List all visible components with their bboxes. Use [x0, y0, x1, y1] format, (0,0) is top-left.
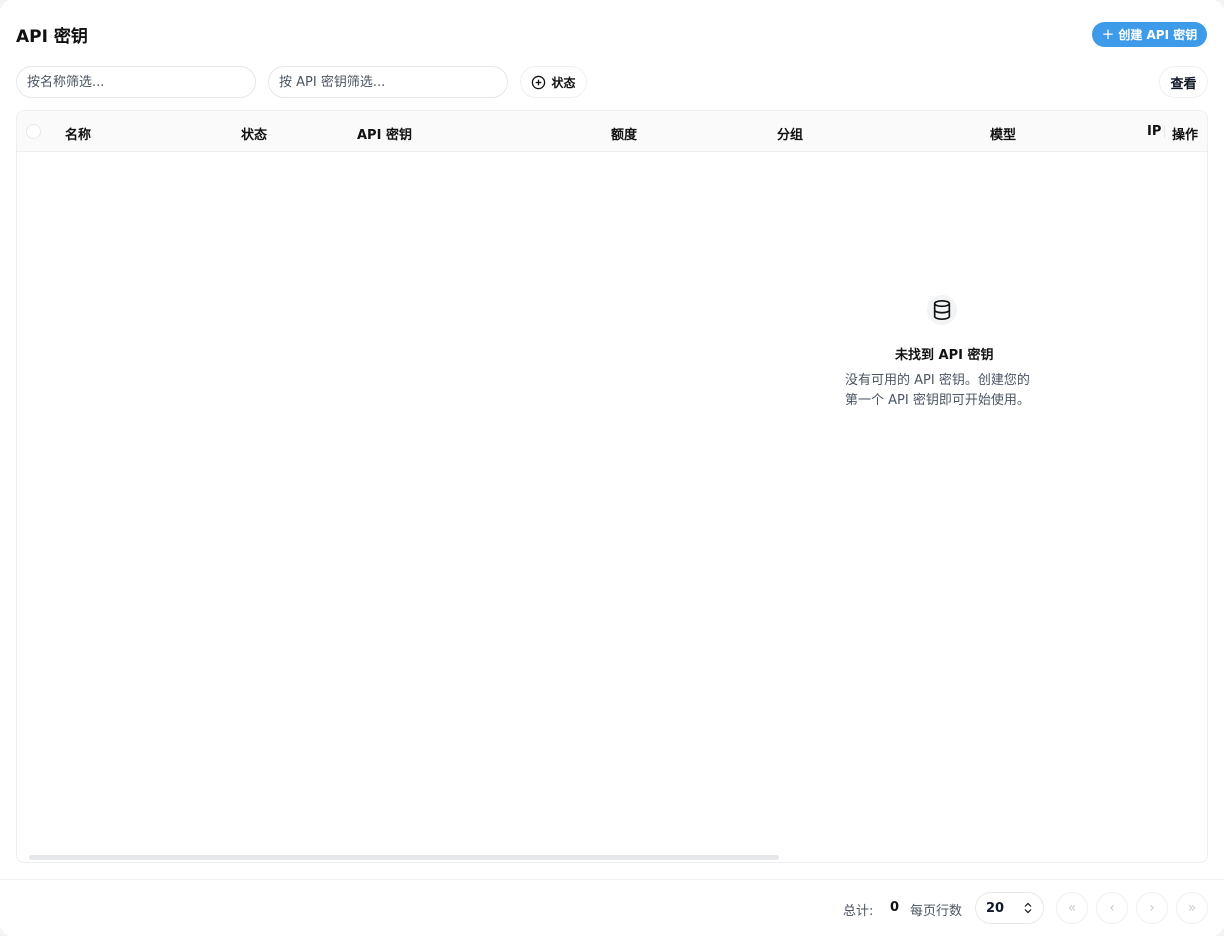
horizontal-scrollbar[interactable]	[29, 855, 779, 860]
double-chevron-left-icon: «	[1067, 900, 1077, 916]
api-key-filter-input[interactable]	[268, 66, 508, 98]
create-api-key-label: 创建 API 密钥	[1118, 28, 1198, 42]
double-chevron-right-icon: »	[1187, 900, 1197, 916]
column-header-ip[interactable]: IP	[1147, 124, 1161, 139]
total-count: 0	[890, 900, 900, 915]
select-all-checkbox[interactable]	[26, 124, 41, 139]
api-keys-panel: API 密钥 + 创建 API 密钥 状态 查看 名称 状态 API 密钥 额度…	[0, 0, 1224, 936]
page-title: API 密钥	[16, 27, 88, 47]
next-page-button[interactable]: ›	[1136, 892, 1168, 924]
column-header-quota[interactable]: 额度	[611, 124, 637, 143]
database-icon	[927, 295, 957, 325]
empty-desc-line-1: 没有可用的 API 密钥。创建您的	[845, 373, 1030, 388]
empty-state-title: 未找到 API 密钥	[895, 348, 994, 363]
total-label: 总计:	[843, 904, 874, 919]
plus-icon: +	[1101, 25, 1115, 43]
column-header-actions: 操作	[1172, 128, 1199, 143]
status-filter-button[interactable]: 状态	[520, 66, 587, 98]
last-page-button[interactable]: »	[1176, 892, 1208, 924]
chevron-left-icon: ‹	[1109, 900, 1115, 916]
empty-desc-line-2: 第一个 API 密钥即可开始使用。	[845, 393, 1030, 408]
column-header-model[interactable]: 模型	[990, 124, 1016, 143]
table-header: 名称 状态 API 密钥 额度 分组 模型 IP 操作	[17, 111, 1207, 152]
column-header-api-key[interactable]: API 密钥	[357, 124, 412, 143]
api-keys-table: 名称 状态 API 密钥 额度 分组 模型 IP 操作 未找到 API 密钥 没…	[16, 110, 1208, 863]
plus-circle-icon	[532, 75, 546, 89]
column-header-name[interactable]: 名称	[65, 124, 91, 143]
chevron-right-icon: ›	[1149, 900, 1155, 916]
name-filter-input[interactable]	[16, 66, 256, 98]
footer-divider	[0, 879, 1224, 880]
create-api-key-button[interactable]: + 创建 API 密钥	[1092, 22, 1207, 47]
column-header-status[interactable]: 状态	[241, 124, 267, 143]
rows-per-page-label: 每页行数	[910, 904, 963, 919]
empty-state-description: 没有可用的 API 密钥。创建您的 第一个 API 密钥即可开始使用。	[845, 371, 1045, 411]
column-header-group[interactable]: 分组	[777, 124, 803, 143]
rows-per-page-value: 20	[986, 900, 1005, 916]
chevron-up-down-icon	[1024, 902, 1032, 914]
status-filter-label: 状态	[551, 75, 576, 90]
column-divider	[1164, 125, 1165, 138]
view-options-button[interactable]: 查看	[1159, 66, 1208, 98]
first-page-button[interactable]: «	[1056, 892, 1088, 924]
rows-per-page-select[interactable]: 20	[975, 892, 1044, 924]
previous-page-button[interactable]: ‹	[1096, 892, 1128, 924]
